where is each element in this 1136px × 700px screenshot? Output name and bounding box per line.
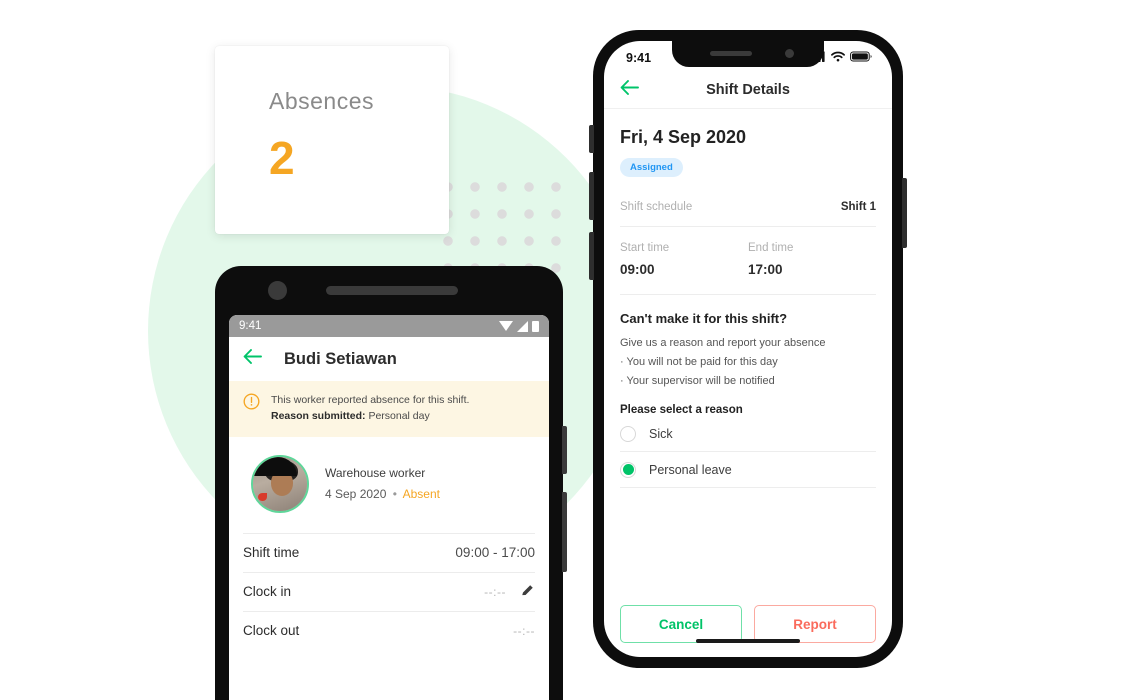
end-time-value: 17:00 — [748, 262, 783, 277]
reason-submitted-label: Reason submitted: — [271, 410, 366, 423]
row-value: 09:00 - 17:00 — [455, 545, 535, 561]
absence-banner: This worker reported absence for this sh… — [229, 381, 549, 437]
shift-schedule-value: Shift 1 — [840, 201, 876, 213]
absence-description: Give us a reason and report your absence — [620, 337, 826, 349]
end-time-block: End time 17:00 — [748, 242, 876, 277]
iphone-volume-up-button[interactable] — [589, 172, 594, 220]
warning-icon — [243, 393, 260, 415]
shift-schedule-label: Shift schedule — [620, 201, 693, 213]
android-app-bar: Budi Setiawan — [229, 337, 549, 381]
divider — [620, 294, 876, 295]
iphone-mute-switch[interactable] — [589, 125, 594, 153]
iphone-screen: 9:41 Shift Details Fri, 4 Sep 2020 Assig… — [604, 41, 892, 657]
back-arrow-icon[interactable] — [243, 349, 262, 369]
home-indicator[interactable] — [696, 639, 800, 643]
worker-role: Warehouse worker — [325, 466, 426, 481]
iphone-mockup: 9:41 Shift Details Fri, 4 Sep 2020 Assig… — [589, 30, 907, 668]
android-front-camera-icon — [268, 281, 287, 300]
android-status-icons — [499, 320, 539, 332]
signal-icon — [517, 320, 528, 332]
iphone-front-camera-icon — [785, 49, 794, 58]
back-arrow-icon[interactable] — [620, 79, 639, 100]
iphone-power-button[interactable] — [902, 178, 907, 248]
iphone-app-bar: Shift Details — [604, 71, 892, 109]
android-volume-button[interactable] — [562, 426, 567, 474]
absences-kpi-card[interactable]: Absences 2 — [215, 46, 449, 234]
radio-selected-icon[interactable] — [620, 461, 636, 478]
iphone-volume-down-button[interactable] — [589, 232, 594, 280]
row-label: Shift time — [243, 545, 300, 561]
pencil-icon[interactable] — [520, 583, 535, 601]
row-value: --:-- — [513, 623, 535, 638]
page-title: Shift Details — [706, 81, 790, 98]
start-time-value: 09:00 — [620, 262, 655, 277]
separator-dot: • — [392, 487, 397, 502]
start-time-label: Start time — [620, 242, 670, 254]
absence-heading: Can't make it for this shift? — [620, 311, 788, 326]
wifi-icon — [499, 321, 513, 331]
reason-submitted-value: Personal day — [368, 410, 430, 423]
radio-icon[interactable] — [620, 425, 636, 442]
iphone-notch — [672, 41, 824, 67]
battery-icon — [850, 49, 872, 67]
report-button[interactable]: Report — [754, 605, 876, 643]
status-badge: Absent — [402, 487, 440, 502]
android-phone-mockup: 9:41 Budi Setiawan This worker reported … — [215, 266, 567, 700]
select-reason-label: Please select a reason — [620, 404, 743, 417]
absences-count: 2 — [269, 132, 295, 184]
absence-banner-text: This worker reported absence for this sh… — [271, 392, 469, 425]
absence-banner-line1: This worker reported absence for this sh… — [271, 394, 470, 406]
worker-profile: Warehouse worker 4 Sep 2020 • Absent — [229, 437, 549, 533]
table-row[interactable]: Clock out --:-- — [243, 610, 535, 650]
shift-date-heading: Fri, 4 Sep 2020 — [620, 127, 747, 147]
row-label: Clock in — [243, 584, 292, 600]
absence-bullet-2: · Your supervisor will be notified — [620, 375, 775, 388]
reason-option-personal-leave[interactable]: Personal leave — [620, 452, 876, 489]
iphone-status-time: 9:41 — [626, 51, 652, 65]
android-status-bar: 9:41 — [229, 315, 549, 337]
end-time-label: End time — [748, 242, 794, 254]
android-power-button[interactable] — [562, 492, 567, 572]
iphone-earpiece-speaker — [710, 51, 752, 56]
worker-profile-text: Warehouse worker 4 Sep 2020 • Absent — [325, 466, 440, 501]
reason-option-label: Sick — [649, 426, 673, 441]
table-row[interactable]: Clock in --:-- — [243, 571, 535, 611]
shift-details-content: Fri, 4 Sep 2020 Assigned Shift schedule … — [604, 109, 892, 657]
android-status-time: 9:41 — [239, 320, 262, 332]
android-screen: 9:41 Budi Setiawan This worker reported … — [229, 315, 549, 700]
wifi-icon — [831, 49, 845, 67]
shift-schedule-row: Shift schedule Shift 1 — [620, 201, 876, 213]
action-buttons: Cancel Report — [620, 605, 876, 657]
battery-icon — [532, 320, 539, 332]
row-value: --:-- — [484, 584, 506, 599]
cancel-button[interactable]: Cancel — [620, 605, 742, 643]
reason-option-sick[interactable]: Sick — [620, 416, 876, 453]
absence-bullet-1: · You will not be paid for this day — [620, 356, 778, 369]
absences-label: Absences — [269, 88, 375, 114]
row-label: Clock out — [243, 623, 300, 639]
start-time-block: Start time 09:00 — [620, 242, 748, 277]
status-badge: Assigned — [620, 158, 683, 177]
avatar — [251, 454, 309, 513]
android-earpiece-speaker — [326, 286, 458, 295]
screenshot-stage: Absences 2 9:41 Budi Setiawan This worke… — [0, 0, 1136, 700]
table-row[interactable]: Shift time 09:00 - 17:00 — [243, 532, 535, 572]
shift-date: 4 Sep 2020 — [325, 487, 387, 502]
reason-option-label: Personal leave — [649, 462, 732, 477]
worker-status-line: 4 Sep 2020 • Absent — [325, 487, 440, 501]
divider — [620, 226, 876, 227]
shift-times-row: Start time 09:00 End time 17:00 — [620, 242, 876, 277]
android-page-title: Budi Setiawan — [284, 349, 397, 368]
